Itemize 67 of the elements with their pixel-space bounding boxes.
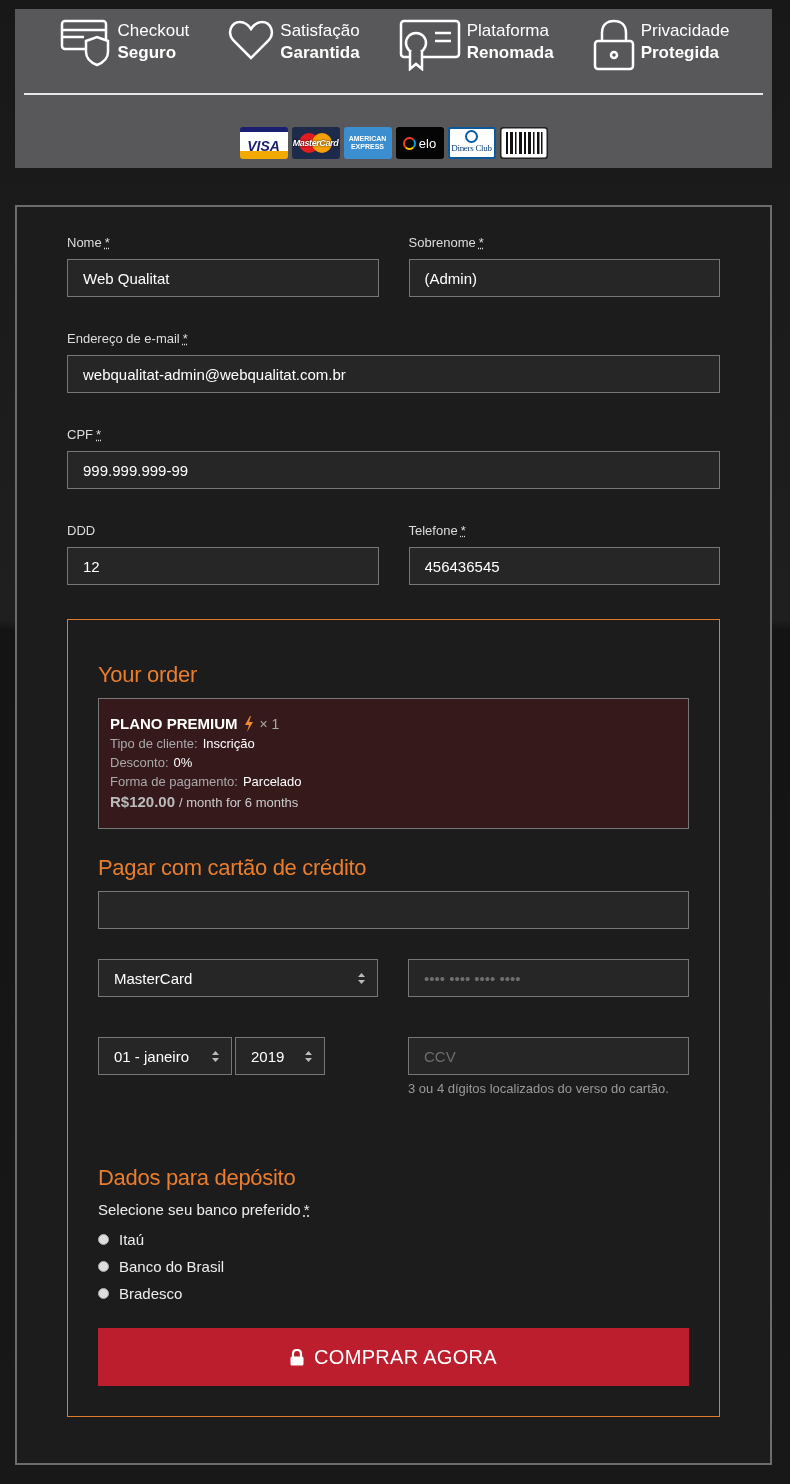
card-brand-select[interactable]: MasterCard <box>98 959 378 997</box>
radio-button[interactable] <box>98 1261 109 1272</box>
select-arrows-icon <box>212 1050 219 1062</box>
required-mark: * <box>478 235 484 250</box>
meta-value: Inscrição <box>202 736 255 751</box>
meta-value: 0% <box>173 755 193 770</box>
badge-title: Privacidade <box>640 20 730 42</box>
section-heading: Your order <box>98 662 198 688</box>
buy-now-button[interactable]: COMPRAR AGORA <box>98 1328 689 1386</box>
certificate-icon <box>398 19 461 71</box>
lock-icon <box>592 19 635 71</box>
meta-label: Forma de pagamento: <box>110 774 238 789</box>
radio-label[interactable]: Banco do Brasil <box>119 1258 225 1275</box>
diners-logo: Diners Club <box>447 127 496 159</box>
required-mark: * <box>303 1201 310 1218</box>
badge-title: Checkout <box>117 20 190 42</box>
section-heading: Dados para depósito <box>98 1165 297 1191</box>
select-arrows-icon <box>358 972 365 984</box>
field-label: Nome <box>67 235 102 250</box>
input-field[interactable]: Web Qualitat <box>67 259 379 297</box>
field-label: Endereço de e-mail <box>67 331 180 346</box>
visa-logo: VISA <box>239 127 288 159</box>
input-field[interactable]: 12 <box>67 547 379 585</box>
product-name: PLANO PREMIUM <box>110 715 238 732</box>
input-field[interactable]: (Admin) <box>408 259 720 297</box>
field-label: Telefone <box>408 523 458 538</box>
lightning-icon <box>243 715 254 732</box>
required-mark: * <box>460 523 466 538</box>
field-label: CPF <box>67 427 93 442</box>
badge-title: Plataforma <box>466 20 550 42</box>
product-quantity: × 1 <box>259 715 280 732</box>
radio-label[interactable]: Itaú <box>119 1231 145 1248</box>
input-field[interactable] <box>98 891 689 929</box>
ccv-hint: 3 ou 4 dígitos localizados do verso do cartão. <box>408 1081 670 1096</box>
field-label: Sobrenome <box>408 235 476 250</box>
year-select[interactable]: 2019 <box>235 1037 325 1075</box>
meta-label: Desconto: <box>110 755 169 770</box>
badge-title: Satisfação <box>280 20 360 42</box>
section-heading: Pagar com cartão de crédito <box>98 855 368 881</box>
bank-prompt: Selecione seu banco preferido <box>98 1201 301 1218</box>
radio-button[interactable] <box>98 1288 109 1299</box>
required-mark: * <box>96 427 102 442</box>
heart-icon <box>228 19 275 61</box>
price: R$120.00 <box>110 793 176 810</box>
input-field[interactable]: webqualitat-admin@webqualitat.com.br <box>67 355 720 393</box>
meta-value: Parcelado <box>242 774 302 789</box>
badge-subtitle: Garantida <box>280 42 360 64</box>
badge-subtitle: Seguro <box>117 42 178 64</box>
badge-subtitle: Renomada <box>466 42 554 64</box>
required-mark: * <box>182 331 188 346</box>
input-field[interactable]: 999.999.999-99 <box>67 451 720 489</box>
barcode-icon <box>499 127 548 159</box>
card-number-field[interactable]: •••• •••• •••• •••• <box>408 959 689 997</box>
select-arrows-icon <box>305 1050 312 1062</box>
radio-button[interactable] <box>98 1234 109 1245</box>
elo-logo: elo <box>395 127 444 159</box>
lock-icon <box>290 1348 305 1366</box>
radio-label[interactable]: Bradesco <box>119 1285 183 1302</box>
required-mark: * <box>104 235 110 250</box>
price-period: / month for 6 months <box>179 795 299 810</box>
badge-subtitle: Protegida <box>640 42 721 64</box>
card-shield-icon <box>59 19 112 67</box>
field-label: DDD <box>67 523 96 538</box>
month-select[interactable]: 01 - janeiro <box>98 1037 232 1075</box>
input-field[interactable]: 456436545 <box>408 547 720 585</box>
ccv-field[interactable]: CCV <box>408 1037 689 1075</box>
meta-label: Tipo de cliente: <box>110 736 198 751</box>
